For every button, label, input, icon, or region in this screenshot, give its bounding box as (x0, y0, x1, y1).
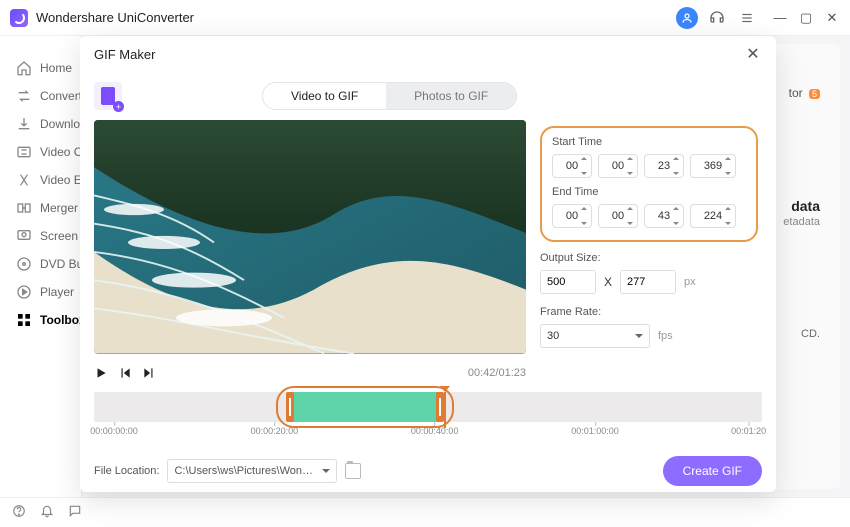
play-button[interactable] (94, 366, 108, 380)
start-ms-input[interactable]: 369 (690, 154, 736, 178)
sidebar-item-label: Home (40, 61, 72, 75)
sidebar-item-label: DVD Burner (40, 257, 81, 271)
end-sec-input[interactable]: 43 (644, 204, 684, 228)
tick-label: 00:01:00:00 (571, 426, 619, 436)
support-icon[interactable] (706, 7, 728, 29)
sidebar-item-compressor[interactable]: Video Compressor (0, 138, 81, 166)
end-handle[interactable] (436, 392, 444, 422)
mode-segmented: Video to GIF Photos to GIF (262, 82, 517, 110)
tick-label: 00:00:40:00 (411, 426, 459, 436)
frame-rate-select[interactable]: 30 (540, 324, 650, 348)
modal-title: GIF Maker (94, 47, 155, 62)
bg-text: tor (789, 86, 803, 100)
bg-text: CD. (801, 328, 820, 340)
timecode: 00:42/01:23 (468, 367, 526, 379)
output-width-input[interactable] (540, 270, 596, 294)
sidebar-item-label: Video Compressor (40, 145, 81, 159)
add-media-button[interactable] (94, 82, 122, 110)
help-icon[interactable] (12, 504, 26, 521)
sidebar-item-home[interactable]: Home (0, 54, 81, 82)
minimize-button[interactable]: — (772, 10, 788, 26)
sidebar-item-label: Toolbox (40, 313, 81, 327)
sidebar-item-label: Screen Recorder (40, 229, 81, 243)
tick-label: 00:01:20 (731, 426, 766, 436)
sidebar-item-converter[interactable]: Converter (0, 82, 81, 110)
statusbar (0, 497, 850, 527)
start-sec-input[interactable]: 23 (644, 154, 684, 178)
timeline[interactable]: 00:00:00:00 00:00:20:00 00:00:40:00 00:0… (94, 392, 762, 450)
open-folder-icon[interactable] (345, 463, 361, 479)
sidebar-item-merger[interactable]: Merger (0, 194, 81, 222)
sidebar-item-label: Player (40, 285, 74, 299)
tick-label: 00:00:00:00 (90, 426, 138, 436)
account-icon[interactable] (676, 7, 698, 29)
bg-text: data (791, 198, 820, 214)
badge: 5 (809, 89, 820, 99)
sidebar-item-recorder[interactable]: Screen Recorder (0, 222, 81, 250)
start-min-input[interactable]: 00 (598, 154, 638, 178)
time-range-group: Start Time 00 00 23 369 End Time 00 00 4… (540, 126, 758, 242)
end-time-label: End Time (552, 186, 746, 198)
tick-label: 00:00:20:00 (251, 426, 299, 436)
sidebar: Home Converter Downloader Video Compress… (0, 36, 82, 497)
tab-photos-to-gif[interactable]: Photos to GIF (386, 83, 516, 109)
file-location-label: File Location: (94, 465, 159, 477)
size-unit: px (684, 276, 696, 288)
sidebar-item-label: Merger (40, 201, 78, 215)
prev-frame-button[interactable] (118, 366, 132, 380)
app-title: Wondershare UniConverter (36, 10, 194, 25)
sidebar-item-editor[interactable]: Video Editor (0, 166, 81, 194)
titlebar: Wondershare UniConverter — ▢ ✕ (0, 0, 850, 36)
gif-maker-modal: GIF Maker ✕ Video to GIF Photos to GIF (80, 36, 776, 492)
close-window-button[interactable]: ✕ (824, 10, 840, 26)
sidebar-item-dvd[interactable]: DVD Burner (0, 250, 81, 278)
file-location-select[interactable]: C:\Users\ws\Pictures\Wonders (167, 459, 337, 483)
sidebar-item-label: Converter (40, 89, 81, 103)
start-time-label: Start Time (552, 136, 746, 148)
maximize-button[interactable]: ▢ (798, 10, 814, 26)
sidebar-item-label: Video Editor (40, 173, 81, 187)
start-hour-input[interactable]: 00 (552, 154, 592, 178)
sidebar-item-player[interactable]: Player (0, 278, 81, 306)
next-frame-button[interactable] (142, 366, 156, 380)
sidebar-item-downloader[interactable]: Downloader (0, 110, 81, 138)
bg-text: etadata (783, 216, 820, 228)
end-hour-input[interactable]: 00 (552, 204, 592, 228)
size-x: X (604, 275, 612, 289)
menu-icon[interactable] (736, 7, 758, 29)
chevron-down-icon (635, 334, 643, 338)
chevron-down-icon (322, 469, 330, 473)
close-icon[interactable]: ✕ (744, 45, 762, 63)
tab-video-to-gif[interactable]: Video to GIF (263, 83, 386, 109)
sidebar-item-toolbox[interactable]: Toolbox (0, 306, 81, 334)
end-min-input[interactable]: 00 (598, 204, 638, 228)
start-handle[interactable] (286, 392, 294, 422)
create-gif-button[interactable]: Create GIF (663, 456, 762, 486)
end-ms-input[interactable]: 224 (690, 204, 736, 228)
fps-unit: fps (658, 330, 673, 342)
video-preview[interactable] (94, 120, 526, 354)
frame-rate-label: Frame Rate: (540, 306, 758, 318)
sidebar-item-label: Downloader (40, 117, 81, 131)
output-height-input[interactable] (620, 270, 676, 294)
playhead[interactable] (440, 386, 450, 392)
output-size-label: Output Size: (540, 252, 758, 264)
app-logo (10, 9, 28, 27)
bell-icon[interactable] (40, 504, 54, 521)
feedback-icon[interactable] (68, 504, 82, 521)
